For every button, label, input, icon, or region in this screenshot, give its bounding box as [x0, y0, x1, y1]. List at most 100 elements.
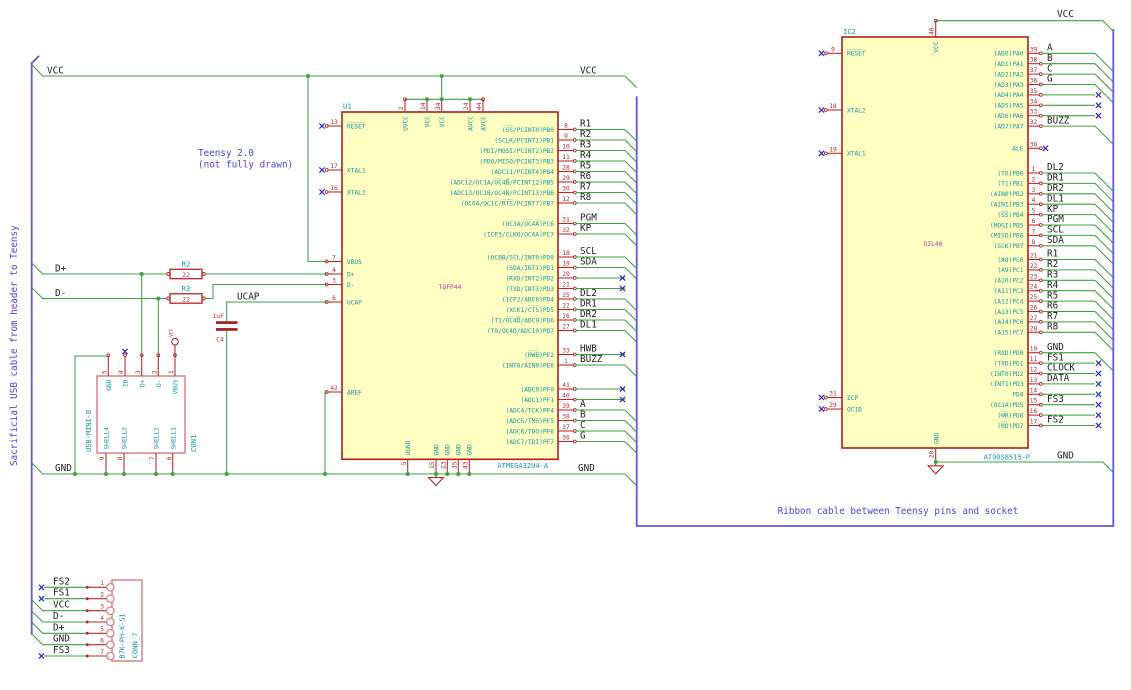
svg-text:(OC0B/SCL/INT0)PD0: (OC0B/SCL/INT0)PD0: [487, 254, 554, 261]
svg-text:30: 30: [562, 186, 570, 193]
svg-text:20: 20: [929, 451, 936, 459]
net-label-vcc-left: VCC: [47, 66, 64, 77]
svg-text:25: 25: [1030, 294, 1038, 301]
svg-text:(T1/O̅C̅4̅D̅/ADC9)PD6: (T1/O̅C̅4̅D̅/ADC9)PD6: [491, 315, 555, 324]
svg-text:GND: GND: [106, 379, 113, 390]
svg-text:D-: D-: [347, 282, 354, 289]
svg-text:6: 6: [166, 456, 173, 460]
svg-text:DL1: DL1: [580, 320, 597, 331]
r2-value: 22: [182, 271, 190, 279]
svg-text:BUZZ: BUZZ: [1047, 115, 1070, 126]
svg-text:AREF: AREF: [347, 389, 362, 396]
svg-text:5: 5: [1032, 208, 1036, 215]
svg-text:(OC1A)PD5: (OC1A)PD5: [990, 402, 1024, 409]
svg-text:(ADC6/TDO)PF6: (ADC6/TDO)PF6: [506, 428, 555, 435]
svg-text:(AD5)PA5: (AD5)PA5: [994, 103, 1024, 110]
svg-text:38: 38: [562, 414, 570, 421]
svg-text:7: 7: [100, 649, 104, 656]
svg-text:DR2: DR2: [580, 309, 597, 320]
net-label-dminus: D-: [55, 288, 66, 299]
svg-text:R5: R5: [1047, 290, 1058, 301]
svg-text:2: 2: [398, 106, 405, 110]
svg-text:30: 30: [1030, 141, 1038, 148]
svg-text:D+: D+: [347, 271, 355, 278]
svg-text:R4: R4: [580, 150, 592, 161]
svg-text:38: 38: [1030, 57, 1038, 64]
svg-text:(AD3)PA3: (AD3)PA3: [994, 82, 1024, 89]
svg-text:R̅E̅S̅E̅T̅: R̅E̅S̅E̅T̅: [847, 48, 866, 57]
svg-text:GND: GND: [445, 444, 452, 455]
svg-text:R7: R7: [580, 182, 591, 193]
ic2-ref: IC2: [843, 27, 856, 36]
svg-text:7: 7: [149, 456, 156, 460]
u1-footprint: TQFP44: [439, 284, 462, 291]
r2-ref: R2: [182, 260, 191, 269]
svg-text:(OC0A/OC1C/R̅T̅S̅/PCINT7)PB7: (OC0A/OC1C/R̅T̅S̅/PCINT7)PB7: [461, 198, 554, 207]
svg-text:R3: R3: [1047, 270, 1058, 281]
svg-text:B: B: [1047, 53, 1053, 64]
svg-text:G: G: [1047, 74, 1053, 85]
svg-text:C: C: [1047, 63, 1053, 74]
svg-text:9: 9: [99, 456, 106, 460]
svg-text:DL2: DL2: [1047, 162, 1064, 173]
svg-text:SHELL2: SHELL2: [154, 427, 161, 450]
svg-text:GND: GND: [433, 444, 440, 455]
svg-text:40: 40: [929, 27, 936, 35]
svg-text:R7: R7: [1047, 311, 1058, 322]
svg-text:6: 6: [332, 295, 336, 302]
svg-text:XTAL1: XTAL1: [347, 167, 366, 174]
svg-text:3: 3: [1032, 187, 1036, 194]
c4-value: 1uF: [212, 312, 224, 320]
svg-text:5: 5: [102, 370, 109, 374]
note-teensy-line2: (not fully drawn): [198, 160, 293, 171]
svg-text:3: 3: [100, 604, 104, 611]
svg-text:VCC: VCC: [424, 116, 431, 127]
svg-text:19: 19: [562, 261, 570, 268]
svg-text:D-: D-: [156, 380, 163, 387]
svg-text:GND: GND: [53, 634, 70, 645]
svg-text:ICP: ICP: [847, 395, 858, 402]
svg-text:SDA: SDA: [1047, 235, 1064, 246]
svg-text:2: 2: [1032, 176, 1036, 183]
svg-text:(H̅W̅B̅)PE2: (H̅W̅B̅)PE2: [524, 350, 554, 359]
svg-text:(ADC0)PF0: (ADC0)PF0: [520, 386, 554, 393]
svg-text:10: 10: [562, 144, 570, 151]
svg-text:PGM: PGM: [580, 213, 597, 224]
svg-text:D+: D+: [53, 622, 65, 633]
svg-text:20: 20: [562, 271, 570, 278]
svg-text:11: 11: [1030, 356, 1038, 363]
svg-text:DL2: DL2: [580, 288, 597, 299]
svg-text:40: 40: [562, 393, 570, 400]
svg-text:27: 27: [562, 324, 570, 331]
svg-text:VCC: VCC: [439, 116, 446, 127]
svg-text:(A10)PC2: (A10)PC2: [994, 278, 1024, 285]
svg-text:(INT1)PD3: (INT1)PD3: [990, 381, 1024, 388]
u1-ref: U1: [343, 102, 352, 111]
svg-text:(ADC11/PCINT4)PB4: (ADC11/PCINT4)PB4: [491, 169, 555, 176]
svg-text:24: 24: [1030, 284, 1038, 291]
note-teensy-line1: Teensy 2.0: [198, 148, 254, 159]
svg-text:16: 16: [1030, 408, 1038, 415]
svg-text:(AIN1)PB3: (AIN1)PB3: [990, 202, 1024, 209]
svg-text:(S̅S̅/PCINT0)PB0: (S̅S̅/PCINT0)PB0: [502, 125, 554, 134]
svg-text:GND: GND: [933, 433, 940, 444]
svg-text:HWB: HWB: [580, 344, 597, 355]
svg-text:42: 42: [330, 385, 338, 392]
svg-text:6: 6: [1032, 218, 1036, 225]
svg-text:(INT6/AIN0)PE6: (INT6/AIN0)PE6: [502, 362, 554, 369]
svg-text:(RXD)PD0: (RXD)PD0: [994, 350, 1024, 357]
svg-text:14: 14: [420, 102, 427, 110]
svg-text:35: 35: [1030, 88, 1038, 95]
ic2-footprint: DIL40: [924, 241, 943, 248]
svg-text:(ADC7/TDI)PF7: (ADC7/TDI)PF7: [506, 439, 555, 446]
svg-text:4: 4: [1032, 197, 1036, 204]
svg-text:D-: D-: [53, 611, 64, 622]
ic2-value: AT90S8515-P: [984, 454, 1030, 462]
svg-text:VCC: VCC: [933, 41, 940, 52]
svg-text:16: 16: [330, 185, 338, 192]
svg-text:(MOSI)PB5: (MOSI)PB5: [990, 222, 1024, 229]
svg-text:29: 29: [829, 402, 837, 409]
svg-text:R2: R2: [1047, 259, 1058, 270]
svg-text:39: 39: [562, 403, 570, 410]
conn7-ref: CONN_7: [131, 633, 140, 659]
